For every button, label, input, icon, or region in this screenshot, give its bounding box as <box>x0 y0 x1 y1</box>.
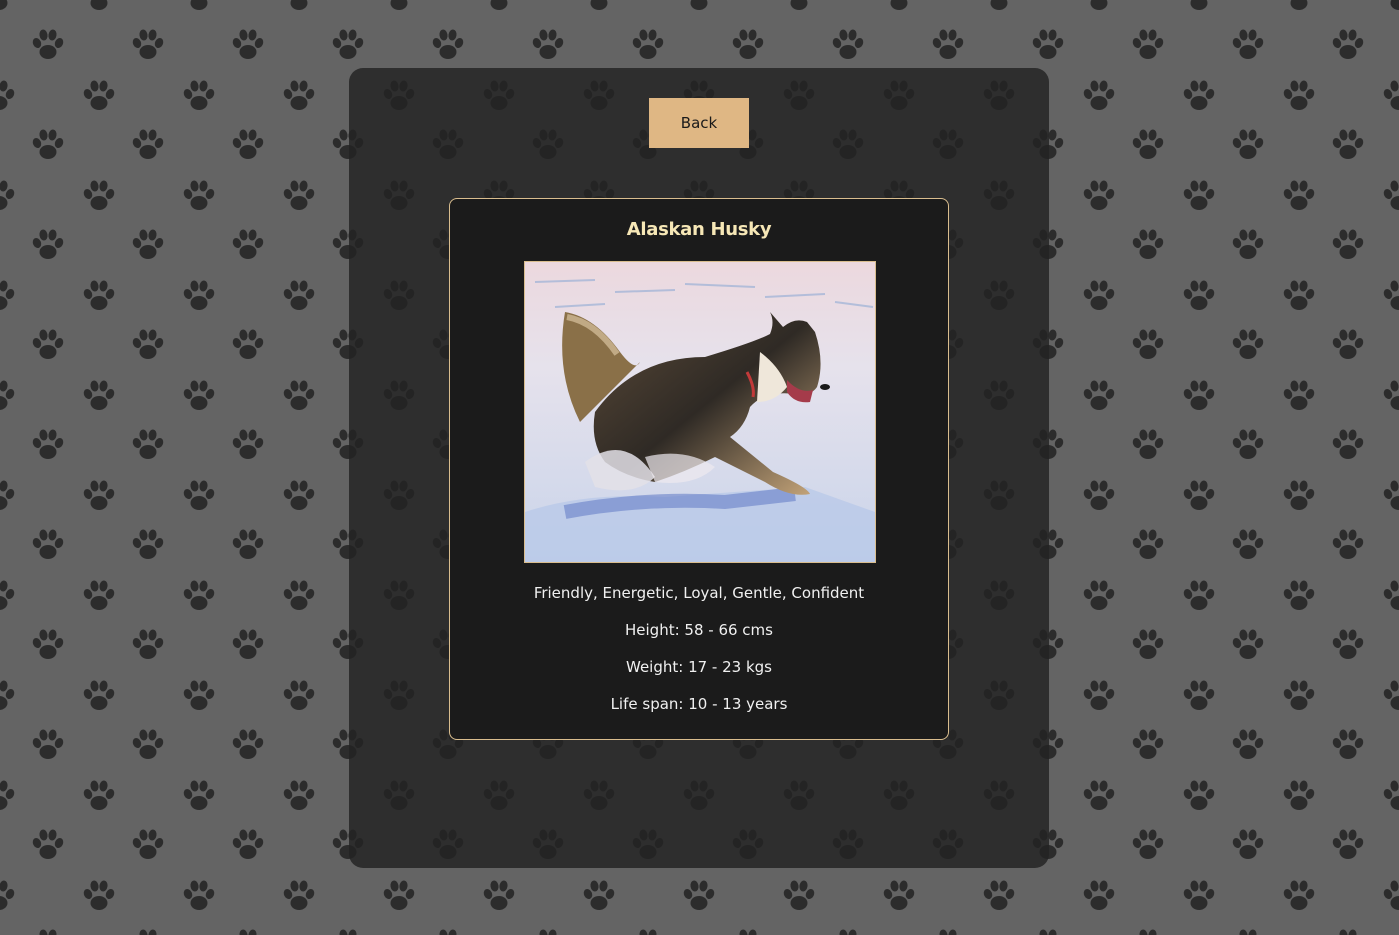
breed-detail-panel: Back Alaskan Husky Friendly, Energetic, … <box>349 68 1049 868</box>
life-span-text: Life span: 10 - 13 years <box>610 695 788 713</box>
back-button[interactable]: Back <box>649 98 749 148</box>
temperament-text: Friendly, Energetic, Loyal, Gentle, Conf… <box>533 584 865 602</box>
weight-text: Weight: 17 - 23 kgs <box>626 658 772 676</box>
breed-name: Alaskan Husky <box>626 219 772 240</box>
breed-photo <box>524 261 876 563</box>
height-text: Height: 58 - 66 cms <box>625 621 773 639</box>
husky-image <box>525 262 875 562</box>
breed-card: Alaskan Husky Friendly, Energetic, Loyal… <box>449 198 949 740</box>
